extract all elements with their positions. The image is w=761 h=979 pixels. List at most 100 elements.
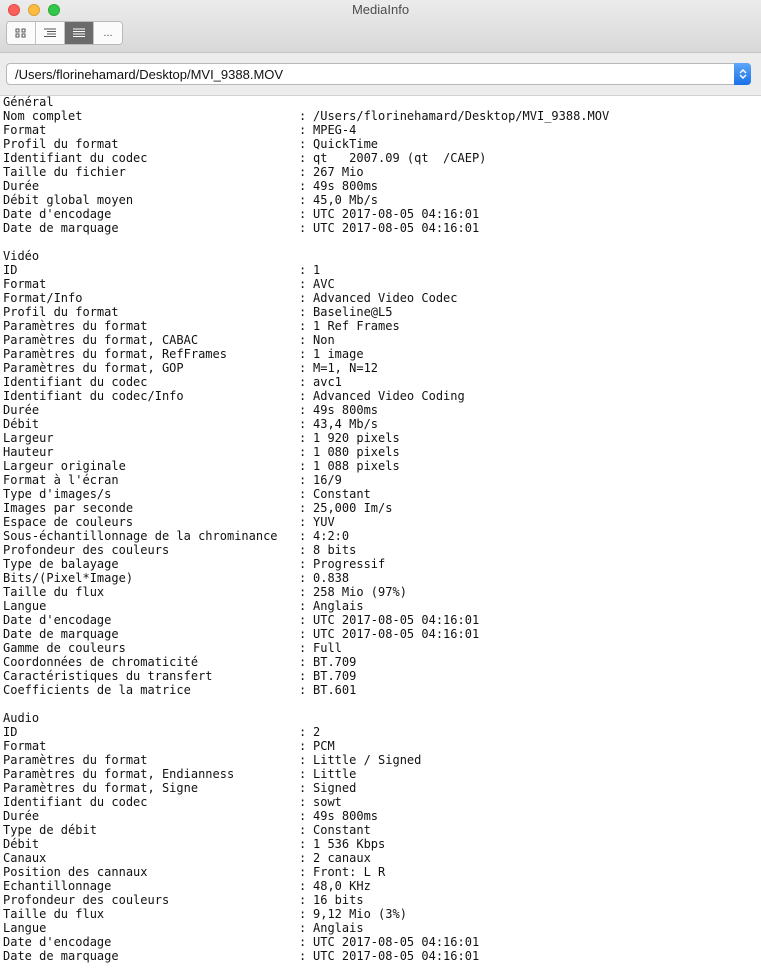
view-mode-toolbar: ... [6,21,123,45]
field-value: 8 bits [313,543,357,557]
report-row: Taille du flux:9,12 Mio (3%) [3,907,761,921]
field-value: 0.838 [313,571,350,585]
select-arrows-button[interactable] [734,63,751,85]
field-value: Little [313,767,357,781]
field-separator: : [299,557,307,571]
report-row: Type de débit: Constant [3,823,761,837]
field-value: Anglais [313,599,364,613]
report-row: Format: AVC [3,277,761,291]
report-row: Gamme de couleurs: Full [3,641,761,655]
field-separator: : [299,389,307,403]
report-row: Coordonnées de chromaticité: BT.709 [3,655,761,669]
field-separator: : [299,767,307,781]
report-row: Durée:49s 800ms [3,403,761,417]
report-row: Date d'encodage: UTC 2017-08-05 04:16:01 [3,613,761,627]
field-separator: : [299,655,307,669]
field-label: Images par seconde [3,501,134,515]
field-label: Date d'encodage [3,207,112,221]
field-label: Paramètres du format [3,319,148,333]
report-row: Identifiant du codec: avc1 [3,375,761,389]
field-label: Echantillonnage [3,879,112,893]
field-separator: : [299,277,307,291]
view-text-button[interactable] [65,22,94,44]
report-row: Images par seconde:25,000 Im/s [3,501,761,515]
field-label: Format [3,277,47,291]
section-title: Audio [3,711,40,725]
more-views-button[interactable]: ... [94,22,122,44]
text-lines-icon [73,28,85,37]
field-value: UTC 2017-08-05 04:16:01 [313,613,480,627]
field-value: 49s 800ms [313,403,379,417]
field-value: Advanced Video Coding [313,389,465,403]
field-separator: : [299,375,307,389]
report-row: Sous-échantillonnage de la chrominance:4… [3,529,761,543]
field-label: Type d'images/s [3,487,112,501]
view-tree-button[interactable] [36,22,65,44]
section-title: Vidéo [3,249,40,263]
field-label: Position des cannaux [3,865,148,879]
window-title: MediaInfo [351,2,410,17]
field-separator: : [299,879,307,893]
file-path-select[interactable]: /Users/florinehamard/Desktop/MVI_9388.MO… [6,63,751,85]
field-label: Durée [3,179,40,193]
report-row: Hauteur:1 080 pixels [3,445,761,459]
field-label: Canaux [3,851,47,865]
field-separator: : [299,431,307,445]
field-value: 2 canaux [313,851,371,865]
field-separator: : [299,305,307,319]
field-value: Baseline@L5 [313,305,393,319]
field-label: Profondeur des couleurs [3,893,170,907]
field-label: Identifiant du codec [3,375,148,389]
field-label: Largeur [3,431,54,445]
report-row: Type d'images/s: Constant [3,487,761,501]
report-row: Paramètres du format, RefFrames:1 image [3,347,761,361]
field-value: UTC 2017-08-05 04:16:01 [313,949,480,963]
report-row: Profil du format: QuickTime [3,137,761,151]
report-row: Format/Info: Advanced Video Codec [3,291,761,305]
field-value: 4:2:0 [313,529,350,543]
field-label: Identifiant du codec [3,795,148,809]
report-row: Date de marquage: UTC 2017-08-05 04:16:01 [3,221,761,235]
report-row: Langue: Anglais [3,921,761,935]
report-row: Paramètres du format, GOP: M=1, N=12 [3,361,761,375]
field-separator: : [299,445,307,459]
field-value: 267 Mio [313,165,364,179]
report-row: Taille du flux:258 Mio (97%) [3,585,761,599]
field-value: 49s 800ms [313,809,379,823]
field-value: MPEG-4 [313,123,357,137]
field-value: YUV [313,515,335,529]
field-value: BT.709 [313,669,357,683]
field-label: Hauteur [3,445,54,459]
report-row: Type de balayage: Progressif [3,557,761,571]
report-row: Durée:49s 800ms [3,809,761,823]
report-row: Format: MPEG-4 [3,123,761,137]
field-value: /Users/florinehamard/Desktop/MVI_9388.MO… [313,109,610,123]
field-separator: : [299,669,307,683]
field-label: Débit global moyen [3,193,134,207]
report-row: Paramètres du format, Endianness: Little [3,767,761,781]
field-label: Taille du flux [3,585,105,599]
field-label: Date d'encodage [3,935,112,949]
field-label: Durée [3,809,40,823]
field-separator: : [299,487,307,501]
field-label: Date d'encodage [3,613,112,627]
field-label: Profil du format [3,305,119,319]
field-label: Coefficients de la matrice [3,683,191,697]
field-separator: : [299,599,307,613]
field-separator: : [299,571,307,585]
view-easy-button[interactable] [7,22,36,44]
field-separator: : [299,319,307,333]
field-value: Progressif [313,557,386,571]
field-separator: : [299,333,307,347]
field-value: UTC 2017-08-05 04:16:01 [313,221,480,235]
field-label: Bits/(Pixel*Image) [3,571,134,585]
field-value: 1 536 Kbps [313,837,386,851]
field-value: Non [313,333,335,347]
report-row: Identifiant du codec: qt 2007.09 (qt /CAE… [3,151,761,165]
report-row: ID:2 [3,725,761,739]
field-value: 9,12 Mio (3%) [313,907,407,921]
report-row: Format à l'écran:16/9 [3,473,761,487]
field-separator: : [299,151,307,165]
field-separator: : [299,543,307,557]
